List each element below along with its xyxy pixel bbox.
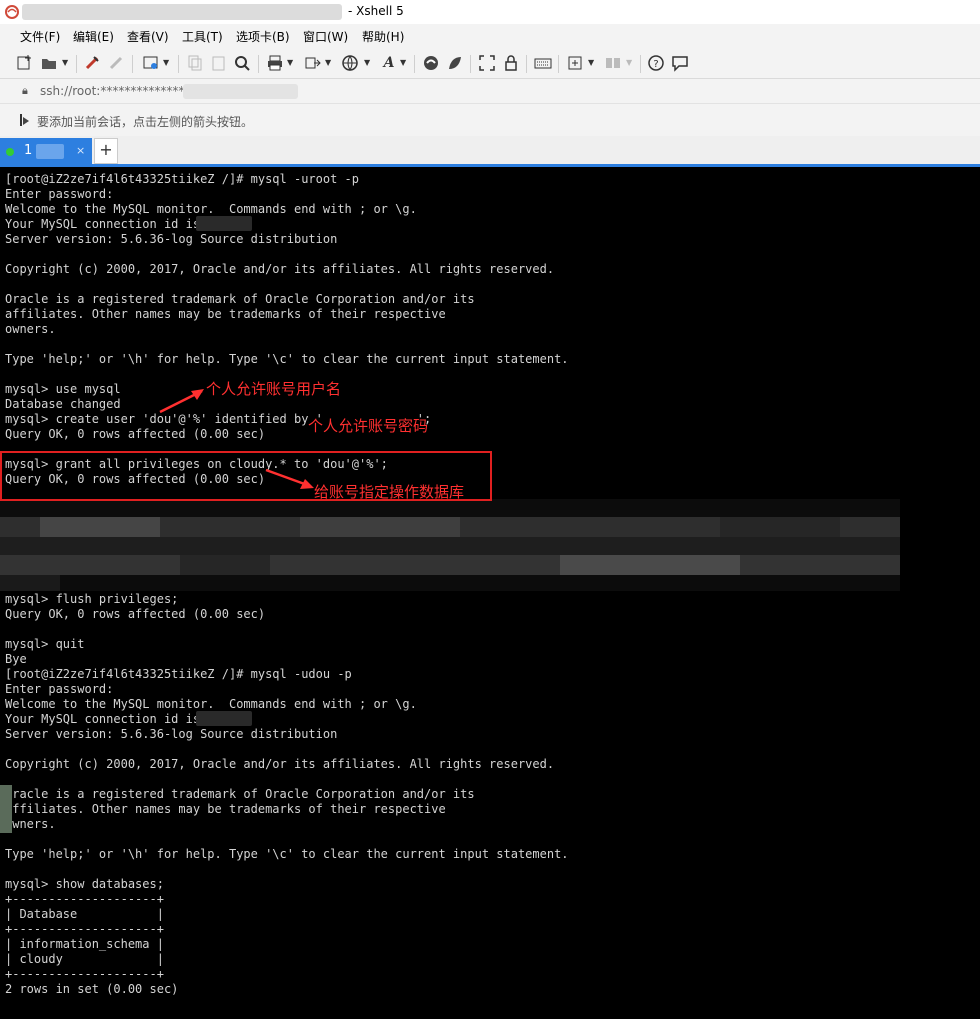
annotation-arrow-icon xyxy=(265,468,314,489)
paste-icon[interactable] xyxy=(210,54,228,72)
font-icon[interactable]: A xyxy=(380,54,398,72)
toolbar-separator xyxy=(258,55,259,73)
chevron-down-icon[interactable]: ▼ xyxy=(626,58,632,67)
new-session-icon[interactable] xyxy=(16,54,34,72)
redacted-session-name xyxy=(22,4,342,20)
scroll-indicator xyxy=(0,785,12,833)
toolbar-separator xyxy=(76,55,77,73)
menu-edit[interactable]: 编辑(E) xyxy=(73,28,114,45)
find-icon[interactable] xyxy=(233,54,251,72)
hint-text: 要添加当前会话，点击左侧的箭头按钮。 xyxy=(37,115,254,129)
chevron-down-icon[interactable]: ▼ xyxy=(364,58,370,67)
tab-number: 1 xyxy=(24,143,33,158)
toolbar-separator xyxy=(526,55,527,73)
layout-icon[interactable] xyxy=(604,54,622,72)
menu-help[interactable]: 帮助(H) xyxy=(362,28,404,45)
add-session-arrow-icon[interactable] xyxy=(18,113,32,130)
redacted-host xyxy=(183,84,298,99)
keyboard-icon[interactable] xyxy=(534,54,552,72)
close-icon[interactable]: × xyxy=(76,144,85,157)
disconnect-icon[interactable] xyxy=(108,54,126,72)
xmanager-icon[interactable] xyxy=(446,54,464,72)
svg-text:?: ? xyxy=(653,59,658,70)
new-tab-button[interactable]: + xyxy=(94,138,118,164)
chevron-down-icon[interactable]: ▼ xyxy=(287,58,293,67)
lock-icon[interactable] xyxy=(502,54,520,72)
redacted-connection-id xyxy=(196,711,252,726)
toolbar-separator xyxy=(178,55,179,73)
annotation-arrow-icon xyxy=(159,389,204,414)
toolbar-separator xyxy=(132,55,133,73)
chevron-down-icon[interactable]: ▼ xyxy=(62,58,68,67)
session-hint-bar: 要添加当前会话，点击左侧的箭头按钮。 xyxy=(0,104,980,136)
address-bar[interactable]: 🔒︎ ssh://root:**************@ xyxy=(0,79,980,104)
toolbar-separator xyxy=(558,55,559,73)
tab-session-1[interactable]: 1 × xyxy=(0,138,92,164)
toolbar-separator xyxy=(414,55,415,73)
tab-bar: 1 × + xyxy=(0,136,980,167)
xftp-icon[interactable] xyxy=(422,54,440,72)
chat-icon[interactable] xyxy=(671,54,689,72)
menu-file[interactable]: 文件(F) xyxy=(20,28,60,45)
chevron-down-icon[interactable]: ▼ xyxy=(325,58,331,67)
chevron-down-icon[interactable]: ▼ xyxy=(163,58,169,67)
globe-icon[interactable] xyxy=(341,54,359,72)
annotation-username: 个人允许账号用户名 xyxy=(206,380,342,398)
toolbar: ▼ ▼ ▼ ▼ ▼ A ▼ ▼ ▼ ? xyxy=(0,48,980,79)
terminal[interactable]: [root@iZ2ze7if4l6t43325tiikeZ /]# mysql … xyxy=(0,167,980,1019)
redacted-mosaic-block xyxy=(0,499,900,591)
redacted-tab-name xyxy=(36,144,64,159)
print-icon[interactable] xyxy=(266,54,284,72)
fullscreen-icon[interactable] xyxy=(478,54,496,72)
reconnect-icon[interactable] xyxy=(84,54,102,72)
menu-bar: 文件(F) 编辑(E) 查看(V) 工具(T) 选项卡(B) 窗口(W) 帮助(… xyxy=(0,24,980,48)
menu-window[interactable]: 窗口(W) xyxy=(303,28,348,45)
properties-icon[interactable] xyxy=(142,54,160,72)
title-bar: - Xshell 5 xyxy=(0,0,980,24)
annotation-password: 个人允许账号密码 xyxy=(308,417,429,435)
window-title: - Xshell 5 xyxy=(348,4,404,18)
menu-tools[interactable]: 工具(T) xyxy=(182,28,223,45)
redacted-connection-id xyxy=(196,216,252,231)
xshell-app-icon xyxy=(5,5,19,19)
lock-icon: 🔒︎ xyxy=(22,84,28,97)
chevron-down-icon[interactable]: ▼ xyxy=(588,58,594,67)
toolbar-separator xyxy=(470,55,471,73)
compose-icon[interactable] xyxy=(566,54,584,72)
menu-tabs[interactable]: 选项卡(B) xyxy=(236,28,290,45)
annotation-database: 给账号指定操作数据库 xyxy=(314,483,465,501)
open-folder-icon[interactable] xyxy=(40,54,58,72)
help-icon[interactable]: ? xyxy=(647,54,665,72)
session-address[interactable]: ssh://root:**************@ xyxy=(40,84,196,98)
menu-view[interactable]: 查看(V) xyxy=(127,28,169,45)
transfer-icon[interactable] xyxy=(304,54,322,72)
connected-status-icon xyxy=(6,148,14,156)
toolbar-separator xyxy=(640,55,641,73)
chevron-down-icon[interactable]: ▼ xyxy=(400,58,406,67)
copy-icon[interactable] xyxy=(186,54,204,72)
